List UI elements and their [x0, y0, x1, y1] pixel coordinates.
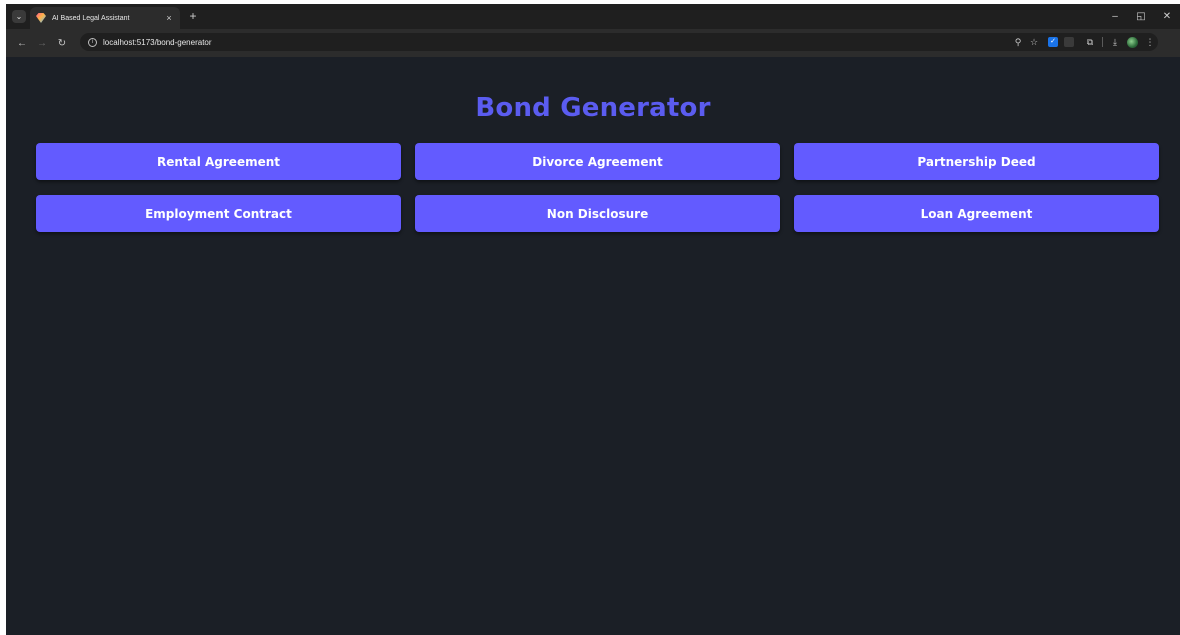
- browser-toolbar: ← → ↻ i localhost:5173/bond-generator ⚲ …: [6, 29, 1180, 57]
- extension-icon[interactable]: ✓: [1048, 37, 1058, 47]
- browser-window: ⌄ AI Based Legal Assistant × + – ◱ ✕ ← →…: [6, 4, 1180, 635]
- extension-dark-icon[interactable]: [1064, 37, 1074, 47]
- rental-agreement-button[interactable]: Rental Agreement: [36, 143, 401, 180]
- employment-contract-button[interactable]: Employment Contract: [36, 195, 401, 232]
- kebab-menu-icon[interactable]: ⋮: [1142, 37, 1158, 48]
- zoom-icon[interactable]: ⚲: [1010, 37, 1026, 48]
- puzzle-icon[interactable]: ⧉: [1082, 37, 1098, 48]
- toolbar-divider: [1102, 37, 1103, 47]
- avatar[interactable]: [1127, 36, 1138, 48]
- tab-title: AI Based Legal Assistant: [52, 14, 130, 22]
- info-icon[interactable]: i: [88, 37, 97, 47]
- non-disclosure-button[interactable]: Non Disclosure: [415, 195, 780, 232]
- reload-icon[interactable]: ↻: [52, 38, 72, 49]
- window-controls: – ◱ ✕: [1102, 4, 1180, 29]
- partnership-deed-button[interactable]: Partnership Deed: [794, 143, 1159, 180]
- url-text[interactable]: localhost:5173/bond-generator: [103, 38, 212, 47]
- star-icon[interactable]: ☆: [1026, 37, 1042, 48]
- minimize-icon[interactable]: –: [1102, 4, 1128, 29]
- download-icon[interactable]: ⤓: [1107, 37, 1123, 48]
- back-arrow-icon[interactable]: ←: [12, 38, 32, 49]
- divorce-agreement-button[interactable]: Divorce Agreement: [415, 143, 780, 180]
- app-favicon-icon: [36, 13, 46, 23]
- restore-icon[interactable]: ◱: [1128, 4, 1154, 29]
- page-title: Bond Generator: [475, 93, 711, 123]
- close-icon[interactable]: ✕: [1154, 4, 1180, 29]
- chevron-down-icon[interactable]: ⌄: [12, 10, 26, 23]
- address-bar[interactable]: i localhost:5173/bond-generator ⚲ ☆ ✓ ⧉ …: [80, 33, 1158, 51]
- forward-arrow-icon[interactable]: →: [32, 38, 52, 49]
- page-content: Bond Generator Rental Agreement Divorce …: [6, 57, 1180, 635]
- bond-type-grid: Rental Agreement Divorce Agreement Partn…: [36, 143, 1159, 232]
- browser-tab[interactable]: AI Based Legal Assistant ×: [30, 7, 180, 29]
- toolbar-actions: ⚲ ☆ ✓ ⧉ ⤓ ⋮: [1010, 33, 1158, 51]
- tab-strip: ⌄ AI Based Legal Assistant × + – ◱ ✕: [6, 4, 1180, 29]
- close-tab-icon[interactable]: ×: [164, 13, 174, 23]
- loan-agreement-button[interactable]: Loan Agreement: [794, 195, 1159, 232]
- new-tab-button[interactable]: +: [186, 8, 200, 24]
